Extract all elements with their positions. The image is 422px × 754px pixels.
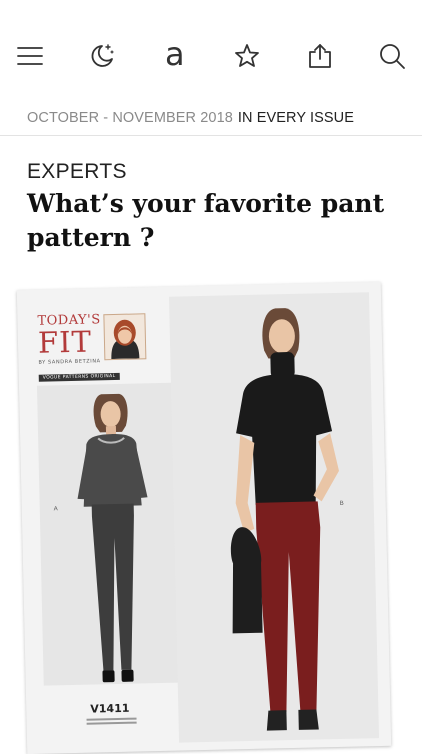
pattern-image: TODAY'S FIT BY SANDRA BETZINA VOGUE PATT… bbox=[16, 281, 392, 754]
view-a-label: A bbox=[53, 506, 58, 513]
issue-section[interactable]: IN EVERY ISSUE bbox=[238, 110, 354, 126]
night-mode-icon bbox=[91, 44, 114, 67]
text-size-icon: a bbox=[164, 35, 185, 73]
bookmark-star-icon bbox=[235, 44, 260, 67]
view-b-label: B bbox=[339, 500, 344, 507]
text-size-button[interactable]: a bbox=[159, 35, 191, 73]
search-icon bbox=[380, 44, 405, 69]
night-mode-button[interactable] bbox=[86, 40, 118, 72]
search-button[interactable] bbox=[376, 40, 408, 72]
pattern-size-info bbox=[86, 717, 137, 729]
model-a-illustration bbox=[77, 393, 148, 683]
menu-icon bbox=[17, 47, 43, 65]
share-button[interactable] bbox=[304, 40, 336, 72]
reader-toolbar: a bbox=[0, 0, 422, 112]
issue-breadcrumb: OCTOBER - NOVEMBER 2018 IN EVERY ISSUE bbox=[0, 100, 422, 136]
article-kicker: EXPERTS bbox=[27, 160, 127, 183]
article-headline: What’s your favorite pant pattern ? bbox=[27, 189, 385, 252]
bookmark-button[interactable] bbox=[231, 40, 263, 72]
issue-date: OCTOBER - NOVEMBER 2018 bbox=[27, 109, 233, 126]
menu-button[interactable] bbox=[14, 40, 46, 72]
share-icon bbox=[308, 44, 331, 68]
pattern-code: V1411 bbox=[90, 701, 130, 716]
model-b-illustration bbox=[230, 308, 339, 731]
designer-portrait bbox=[103, 313, 147, 361]
